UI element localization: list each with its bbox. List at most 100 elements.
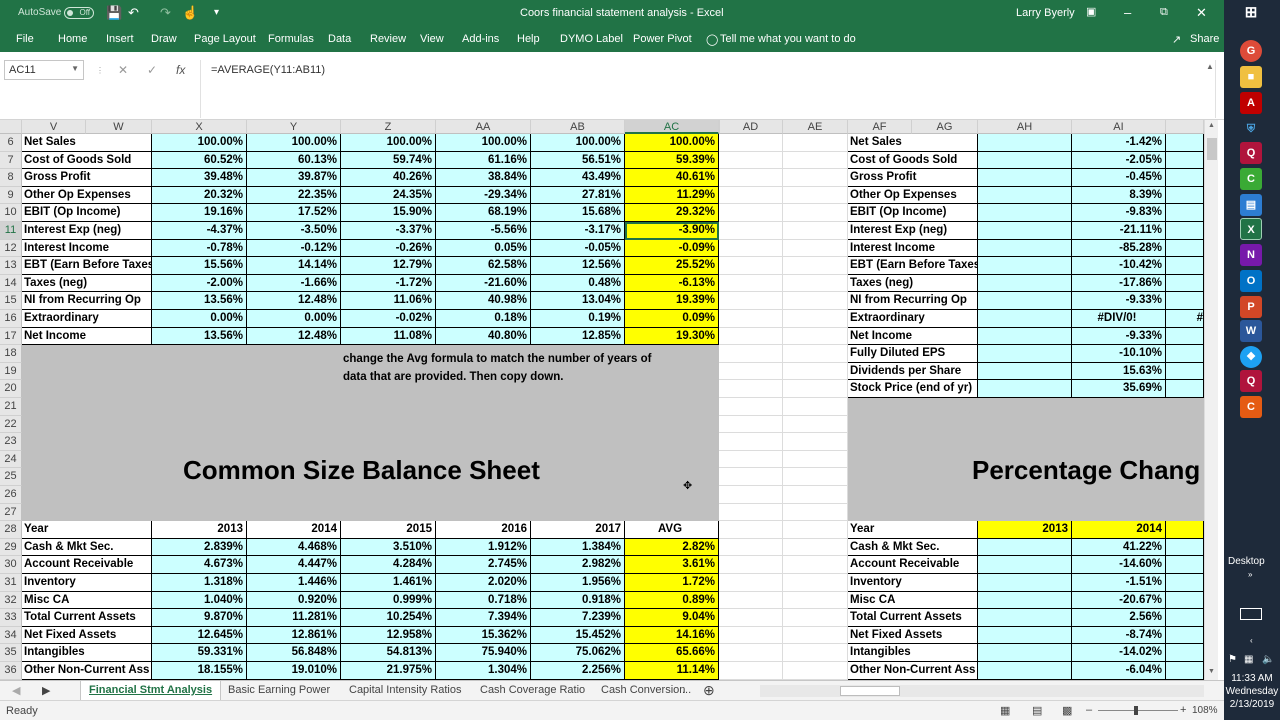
row-header[interactable]: 16 [0,310,22,328]
data-cell[interactable]: 59.74% [341,151,436,170]
data-cell[interactable]: 12.861% [247,626,341,645]
data-cell[interactable]: 59.331% [152,644,247,662]
scroll-up-icon[interactable]: ▲ [1208,122,1215,129]
empty-cell[interactable] [719,186,783,205]
avg-cell[interactable]: 0.89% [625,591,719,610]
data-cell[interactable]: 4.673% [152,556,247,574]
data-cell[interactable]: -3.50% [247,222,341,240]
data-cell[interactable]: 39.87% [247,169,341,187]
row-header[interactable]: 18 [0,345,22,363]
onenote-icon[interactable]: N [1240,244,1262,266]
empty-cell[interactable] [719,274,783,293]
data-cell[interactable]: -0.78% [152,239,247,258]
data-cell[interactable]: 3.510% [341,538,436,557]
data-cell[interactable]: 13.56% [152,292,247,310]
data-cell[interactable]: 22.35% [247,186,341,205]
data-cell[interactable]: 61.16% [436,151,531,170]
empty-cell[interactable] [719,626,783,645]
horizontal-scrollbar[interactable] [760,685,1204,697]
zoom-out-icon[interactable]: – [1086,704,1092,716]
data-cell[interactable] [978,274,1072,293]
data-cell[interactable]: 15.362% [436,626,531,645]
sheet-tab-cash-conversion[interactable]: Cash Conversion [601,684,685,696]
avg-cell[interactable]: -6.13% [625,274,719,293]
column-header[interactable]: AC [625,120,719,134]
data-cell[interactable]: 14.14% [247,257,341,275]
data-cell[interactable] [978,292,1072,310]
pct-change-cell[interactable]: 8.39% [1072,186,1166,205]
empty-cell[interactable] [783,327,848,346]
data-cell[interactable]: -3.37% [341,222,436,240]
data-cell[interactable]: 4.468% [247,538,341,557]
data-cell[interactable] [978,169,1072,187]
data-cell[interactable]: -3.17% [531,222,625,240]
data-cell[interactable]: -0.12% [247,239,341,258]
empty-cell[interactable] [783,486,848,504]
file-explorer-icon[interactable]: ■ [1240,66,1262,88]
sheet-tab-capital-intensity-ratios[interactable]: Capital Intensity Ratios [349,684,462,696]
tab-dymo-label[interactable]: DYMO Label [560,33,623,45]
empty-cell[interactable] [783,644,848,662]
data-cell[interactable]: 11.08% [341,327,436,346]
data-cell[interactable] [978,574,1072,592]
empty-cell[interactable] [783,468,848,486]
data-cell[interactable]: 12.958% [341,626,436,645]
year-header[interactable]: AVG [625,521,719,539]
volume-icon[interactable]: 🔈 [1262,654,1274,665]
data-cell[interactable]: 2.256% [531,662,625,680]
chrome-icon[interactable]: G [1240,40,1262,62]
empty-cell[interactable] [783,609,848,627]
column-header[interactable]: AB [531,120,625,134]
store-icon[interactable]: ▤ [1240,194,1262,216]
empty-cell[interactable] [719,644,783,662]
data-cell[interactable]: 9.870% [152,609,247,627]
data-cell[interactable] [1166,204,1204,222]
empty-cell[interactable] [719,433,783,451]
sheet-tab-cash-coverage-ratio[interactable]: Cash Coverage Ratio [480,684,585,696]
pct-change-cell[interactable]: -8.74% [1072,626,1166,645]
row-header[interactable]: 15 [0,292,22,310]
data-cell[interactable] [978,204,1072,222]
data-cell[interactable]: -1.72% [341,274,436,293]
empty-cell[interactable] [719,609,783,627]
network-icon[interactable]: ⚑ [1228,654,1237,665]
pct-change-cell[interactable]: -1.51% [1072,574,1166,592]
year-header[interactable]: 2014 [1072,521,1166,539]
row-label[interactable]: Intangibles [848,644,978,662]
row-label[interactable]: Net Fixed Assets [22,626,152,645]
data-cell[interactable]: 12.645% [152,626,247,645]
row-label[interactable]: Interest Exp (neg) [22,222,152,240]
column-header[interactable]: Y [247,120,341,134]
excel-taskbar-icon[interactable]: X [1240,218,1262,240]
empty-cell[interactable] [783,257,848,275]
pct-change-cell[interactable]: -14.60% [1072,556,1166,574]
data-cell[interactable] [1166,292,1204,310]
avg-cell[interactable]: 59.39% [625,151,719,170]
data-cell[interactable]: 0.920% [247,591,341,610]
data-cell[interactable] [978,591,1072,610]
column-header[interactable]: AA [436,120,531,134]
enter-icon[interactable]: ✓ [147,63,157,77]
data-cell[interactable]: 2.020% [436,574,531,592]
row-label[interactable]: Other Op Expenses [22,186,152,205]
data-cell[interactable]: 75.062% [531,644,625,662]
pct-change-cell[interactable]: -2.05% [1072,151,1166,170]
row-header[interactable]: 23 [0,433,22,451]
data-cell[interactable]: 0.718% [436,591,531,610]
column-header[interactable]: AF [848,120,912,134]
data-cell[interactable]: 4.284% [341,556,436,574]
row-label[interactable]: Year [22,521,152,539]
empty-cell[interactable] [783,626,848,645]
data-cell[interactable] [978,327,1072,346]
pct-change-cell[interactable]: -10.42% [1072,257,1166,275]
data-cell[interactable]: 2.745% [436,556,531,574]
row-header[interactable]: 13 [0,257,22,275]
data-cell[interactable] [1166,327,1204,346]
row-label[interactable]: Fully Diluted EPS [848,345,978,363]
avg-cell[interactable]: -0.09% [625,239,719,258]
outlook-icon[interactable]: O [1240,270,1262,292]
data-cell[interactable] [978,134,1072,152]
empty-cell[interactable] [783,151,848,170]
next-sheet-icon[interactable]: ▶ [42,684,50,697]
empty-cell[interactable] [783,450,848,469]
